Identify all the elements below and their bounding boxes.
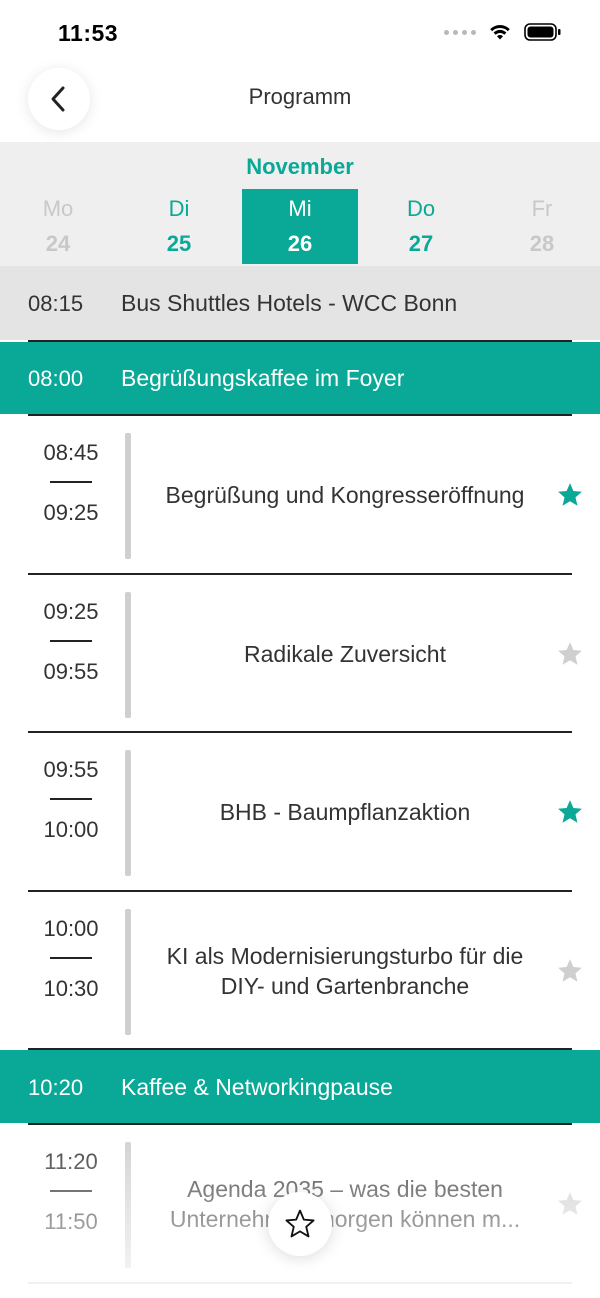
session-row[interactable]: 08:45 09:25 Begrüßung und Kongresseröffn…: [0, 416, 600, 574]
day-name: Do: [406, 196, 436, 221]
session-times: 09:55 10:00: [28, 757, 114, 843]
day-name: Mo: [42, 196, 74, 221]
item-time: 08:00: [28, 366, 84, 391]
time-separator: [50, 957, 92, 959]
start-time: 09:25: [43, 599, 99, 624]
time-separator: [50, 640, 92, 642]
session-bar: [125, 433, 131, 559]
star-filled-icon[interactable]: [556, 640, 584, 668]
star-filled-icon[interactable]: [556, 798, 584, 826]
star-filled-icon[interactable]: [556, 481, 584, 509]
day-di-25[interactable]: Di 25: [121, 189, 237, 264]
item-time: 08:15: [28, 291, 84, 316]
star-filled-icon[interactable]: [556, 1190, 584, 1218]
end-time: 11:50: [44, 1209, 98, 1234]
session-times: 11:20 11:50: [28, 1149, 114, 1235]
month-label: November: [246, 154, 354, 179]
star-outline-icon: [285, 1209, 315, 1238]
end-time: 09:55: [43, 659, 99, 684]
session-times: 10:00 10:30: [28, 916, 114, 1002]
day-name: Mi: [288, 196, 312, 221]
end-time: 09:25: [43, 500, 99, 525]
day-number: 27: [408, 231, 434, 256]
session-bar: [125, 909, 131, 1035]
session-row[interactable]: 10:00 10:30 KI als Modernisierungsturbo …: [0, 892, 600, 1050]
day-mo-24[interactable]: Mo 24: [0, 189, 116, 264]
session-title: KI als Modernisierungsturbo für die DIY-…: [166, 943, 524, 999]
day-number: 28: [529, 231, 555, 256]
session-title: Begrüßung und Kongresseröffnung: [165, 482, 525, 508]
item-time: 10:20: [28, 1075, 84, 1100]
day-do-27[interactable]: Do 27: [363, 189, 479, 264]
start-time: 11:20: [44, 1149, 98, 1174]
day-fr-28[interactable]: Fr 28: [484, 189, 600, 264]
battery-icon: [524, 23, 561, 41]
favorites-filter-button[interactable]: [268, 1192, 332, 1256]
agenda-item-welcome-coffee[interactable]: 08:00 Begrüßungskaffee im Foyer: [0, 342, 600, 414]
session-bar: [125, 1142, 131, 1268]
item-title: Kaffee & Networkingpause: [121, 1074, 393, 1100]
time-separator: [50, 481, 92, 483]
end-time: 10:00: [43, 817, 99, 842]
day-number: 24: [45, 231, 71, 256]
session-row[interactable]: 09:55 10:00 BHB - Baumpflanzaktion: [0, 733, 600, 891]
status-bar: 11:53: [0, 0, 600, 66]
signal-dots-icon: [444, 29, 476, 35]
date-picker: November Mo 24 Di 25 Mi 26 Do 27 Fr 28: [0, 142, 600, 266]
status-time: 11:53: [58, 20, 119, 46]
session-row[interactable]: 09:25 09:55 Radikale Zuversicht: [0, 575, 600, 733]
divider: [28, 1282, 572, 1284]
session-title: BHB - Baumpflanzaktion: [219, 799, 471, 825]
start-time: 08:45: [43, 440, 99, 465]
session-title: Agenda 2035 – was die besten Unternehmen…: [169, 1176, 521, 1232]
day-number: 25: [166, 231, 192, 256]
session-bar: [125, 750, 131, 876]
session-times: 09:25 09:55: [28, 599, 114, 685]
item-title: Bus Shuttles Hotels - WCC Bonn: [121, 290, 458, 316]
time-separator: [50, 798, 92, 800]
day-name: Di: [168, 196, 190, 221]
day-mi-26-selected[interactable]: Mi 26: [242, 189, 358, 264]
day-name: Fr: [531, 196, 553, 221]
session-times: 08:45 09:25: [28, 440, 114, 526]
agenda-item-coffee-break[interactable]: 10:20 Kaffee & Networkingpause: [0, 1050, 600, 1123]
session-bar: [125, 592, 131, 718]
wifi-icon: [490, 25, 510, 40]
agenda-item-bus-shuttle[interactable]: 08:15 Bus Shuttles Hotels - WCC Bonn: [0, 266, 600, 340]
status-icons: [444, 23, 562, 41]
session-title: Radikale Zuversicht: [244, 641, 446, 667]
nav-bar: Programm: [0, 66, 600, 142]
page-title: Programm: [248, 84, 352, 109]
start-time: 10:00: [43, 916, 99, 941]
start-time: 09:55: [43, 757, 99, 782]
time-separator: [50, 1190, 92, 1192]
star-filled-icon[interactable]: [556, 957, 584, 985]
end-time: 10:30: [43, 976, 99, 1001]
item-title: Begrüßungskaffee im Foyer: [121, 365, 405, 391]
day-number: 26: [287, 231, 313, 256]
